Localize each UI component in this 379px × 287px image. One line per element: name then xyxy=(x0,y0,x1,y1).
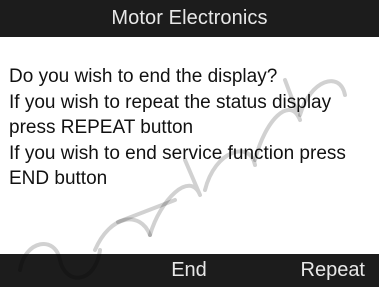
message-line: press REPEAT button xyxy=(9,117,194,138)
softkey-bar: End Repeat xyxy=(0,254,379,287)
message-line: If you wish to repeat the status display xyxy=(9,91,332,113)
repeat-button[interactable]: Repeat xyxy=(252,254,379,287)
scan-tool-screen: Motor Electronics Do you wish to end the… xyxy=(0,0,379,287)
message-line: If you wish to end service function pres… xyxy=(9,142,346,164)
message-body: Do you wish to end the display? If you w… xyxy=(9,64,374,192)
message-line: END button xyxy=(9,168,108,189)
end-button[interactable]: End xyxy=(126,254,252,287)
softkey-left xyxy=(0,254,126,287)
title-bar: Motor Electronics xyxy=(0,0,379,37)
message-line: Do you wish to end the display? xyxy=(9,66,278,87)
screen-title: Motor Electronics xyxy=(111,7,268,29)
